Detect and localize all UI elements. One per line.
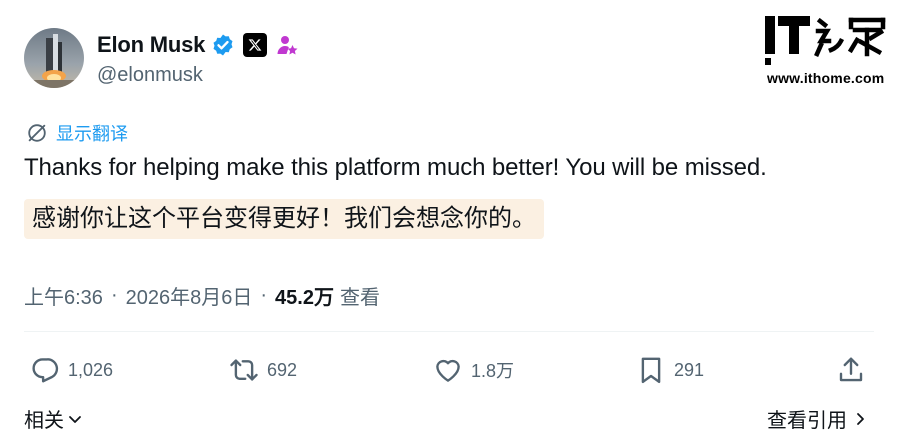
translate-icon (28, 124, 46, 142)
tweet-text: Thanks for helping make this platform mu… (24, 154, 767, 181)
views-count[interactable]: 45.2万 (275, 281, 334, 310)
show-translation-label: 显示翻译 (56, 124, 128, 144)
bookmark-count: 291 (674, 359, 705, 380)
reply-count: 1,026 (68, 359, 114, 380)
like-button[interactable]: 1.8万 (433, 352, 514, 388)
repost-icon (230, 359, 258, 381)
reply-icon (32, 358, 59, 383)
repost-button[interactable]: 692 (229, 352, 297, 388)
related-label: 相关 (24, 410, 64, 432)
related-toggle[interactable]: 相关 (24, 404, 83, 433)
tweet-date[interactable]: 2026年8月6日 (126, 281, 253, 310)
avatar[interactable] (24, 28, 84, 88)
bookmark-button[interactable]: 291 (636, 352, 704, 388)
tweet-time[interactable]: 上午6:36 (24, 281, 103, 310)
tweet-meta: 上午6:36 · 2026年8月6日 · 45.2万 查看 (24, 281, 380, 310)
ithome-logo (765, 16, 886, 65)
share-button[interactable] (836, 352, 866, 388)
author-handle[interactable]: @elonmusk (97, 64, 203, 87)
ithome-url: www.ithome.com (767, 70, 885, 86)
chevron-right-icon (857, 412, 864, 425)
chevron-down-icon (69, 415, 81, 423)
meta-separator: · (110, 284, 118, 306)
repost-count: 692 (267, 359, 298, 380)
view-quotes-label: 查看引用 (767, 410, 847, 432)
share-icon (839, 357, 863, 382)
author-name-row: Elon Musk (97, 30, 299, 60)
author-name[interactable]: Elon Musk (97, 32, 205, 58)
verified-badge-icon (213, 34, 233, 56)
view-quotes-link[interactable]: 查看引用 (767, 404, 868, 433)
x-logo-icon (243, 33, 268, 57)
bookmark-icon (641, 357, 661, 384)
tweet-translation: 感谢你让这个平台变得更好！我们会想念你的。 (24, 199, 544, 239)
views-label: 查看 (339, 287, 380, 309)
like-count: 1.8万 (471, 361, 515, 381)
affiliation-icon (277, 36, 298, 55)
divider (24, 331, 874, 332)
reply-button[interactable]: 1,026 (30, 352, 113, 388)
meta-separator: · (260, 284, 268, 306)
like-icon (436, 359, 460, 382)
show-translation-button[interactable]: 显示翻译 (26, 120, 128, 146)
